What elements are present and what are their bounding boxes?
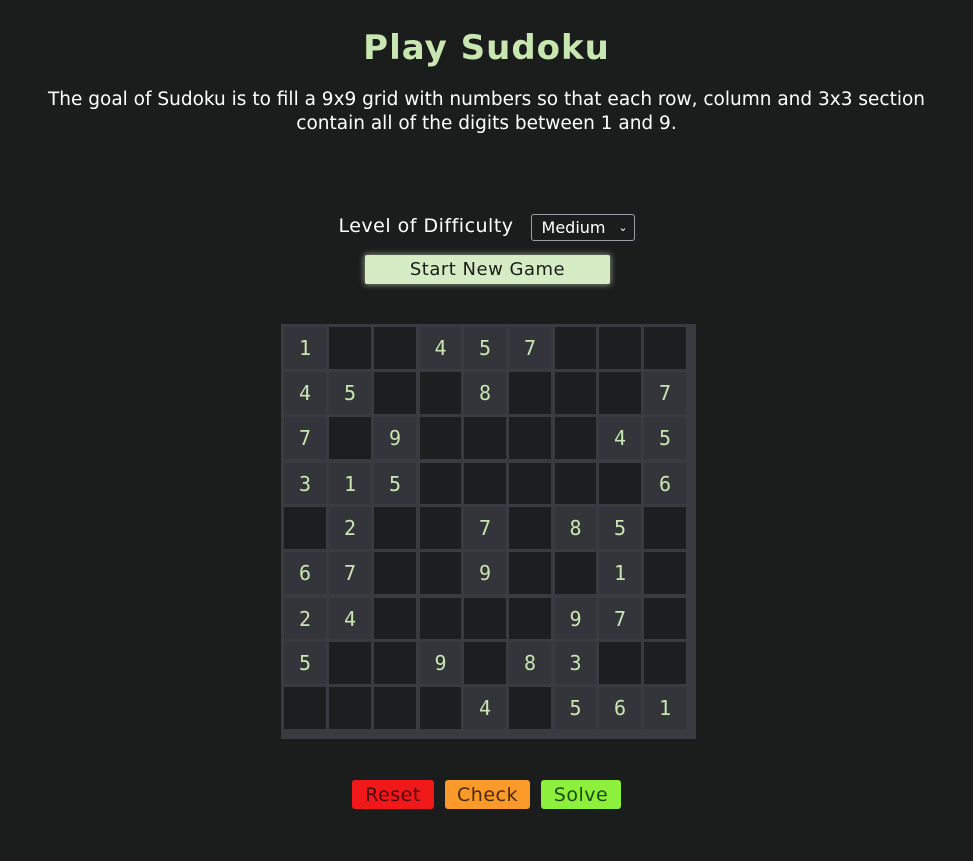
page-title: Play Sudoku xyxy=(363,28,610,68)
game-description: The goal of Sudoku is to fill a 9x9 grid… xyxy=(47,89,926,134)
sudoku-cell[interactable] xyxy=(555,372,596,414)
sudoku-cell: 6 xyxy=(644,463,686,504)
start-new-game-button[interactable]: Start New Game xyxy=(365,255,610,284)
sudoku-cell[interactable] xyxy=(599,642,641,684)
sudoku-cell: 5 xyxy=(644,417,686,459)
sudoku-cell: 9 xyxy=(464,552,506,594)
sudoku-cell: 1 xyxy=(599,552,641,594)
chevron-down-icon: ⌄ xyxy=(618,221,628,234)
sudoku-cell[interactable] xyxy=(374,507,416,549)
solve-button[interactable]: Solve xyxy=(541,780,621,809)
difficulty-row: Level of Difficulty Medium ⌄ xyxy=(0,211,973,241)
action-buttons: Reset Check Solve xyxy=(0,780,973,809)
sudoku-cell: 9 xyxy=(555,598,596,639)
sudoku-cell: 8 xyxy=(509,642,551,684)
sudoku-cell[interactable] xyxy=(555,417,596,459)
sudoku-cell: 7 xyxy=(329,552,371,594)
sudoku-cell[interactable] xyxy=(555,463,596,504)
sudoku-cell[interactable] xyxy=(329,687,371,729)
sudoku-cell: 5 xyxy=(374,463,416,504)
difficulty-select[interactable]: Medium ⌄ xyxy=(530,214,635,241)
sudoku-cell[interactable] xyxy=(420,552,461,594)
sudoku-cell: 1 xyxy=(284,327,326,369)
sudoku-cell[interactable] xyxy=(509,598,551,639)
difficulty-label: Level of Difficulty xyxy=(338,215,514,237)
sudoku-cell[interactable] xyxy=(374,552,416,594)
sudoku-cell[interactable] xyxy=(329,417,371,459)
sudoku-cell[interactable] xyxy=(374,642,416,684)
sudoku-cell[interactable] xyxy=(374,372,416,414)
sudoku-cell[interactable] xyxy=(464,463,506,504)
sudoku-cell[interactable] xyxy=(509,552,551,594)
check-button[interactable]: Check xyxy=(445,780,530,809)
sudoku-cell: 4 xyxy=(420,327,461,369)
sudoku-cell: 5 xyxy=(555,687,596,729)
sudoku-cell[interactable] xyxy=(374,598,416,639)
sudoku-cell[interactable] xyxy=(644,598,686,639)
sudoku-cell: 5 xyxy=(599,507,641,549)
sudoku-cell[interactable] xyxy=(420,372,461,414)
sudoku-cell[interactable] xyxy=(509,687,551,729)
sudoku-cell: 2 xyxy=(329,507,371,549)
reset-button[interactable]: Reset xyxy=(352,780,434,809)
sudoku-cell: 7 xyxy=(509,327,551,369)
sudoku-cell: 6 xyxy=(284,552,326,594)
sudoku-cell: 4 xyxy=(599,417,641,459)
sudoku-cell: 6 xyxy=(599,687,641,729)
sudoku-cell[interactable] xyxy=(420,507,461,549)
sudoku-cell[interactable] xyxy=(464,417,506,459)
sudoku-cell[interactable] xyxy=(555,552,596,594)
sudoku-cell[interactable] xyxy=(284,507,326,549)
sudoku-cell[interactable] xyxy=(644,552,686,594)
sudoku-cell: 4 xyxy=(284,372,326,414)
sudoku-cell: 2 xyxy=(284,598,326,639)
sudoku-cell[interactable] xyxy=(644,507,686,549)
sudoku-cell: 7 xyxy=(284,417,326,459)
sudoku-cell[interactable] xyxy=(599,372,641,414)
sudoku-cell[interactable] xyxy=(644,642,686,684)
sudoku-cell: 4 xyxy=(464,687,506,729)
sudoku-cell[interactable] xyxy=(509,463,551,504)
sudoku-cell: 7 xyxy=(464,507,506,549)
sudoku-cell: 5 xyxy=(464,327,506,369)
sudoku-cell[interactable] xyxy=(599,463,641,504)
sudoku-cell[interactable] xyxy=(509,372,551,414)
sudoku-cell[interactable] xyxy=(644,327,686,369)
sudoku-cell[interactable] xyxy=(599,327,641,369)
sudoku-cell: 3 xyxy=(555,642,596,684)
sudoku-cell[interactable] xyxy=(420,463,461,504)
sudoku-cell[interactable] xyxy=(329,642,371,684)
sudoku-cell[interactable] xyxy=(464,598,506,639)
sudoku-cell: 8 xyxy=(555,507,596,549)
sudoku-cell[interactable] xyxy=(509,417,551,459)
sudoku-cell: 4 xyxy=(329,598,371,639)
sudoku-cell[interactable] xyxy=(464,642,506,684)
sudoku-cell[interactable] xyxy=(374,327,416,369)
sudoku-cell: 9 xyxy=(374,417,416,459)
sudoku-cell[interactable] xyxy=(420,687,461,729)
sudoku-cell[interactable] xyxy=(374,687,416,729)
sudoku-cell[interactable] xyxy=(420,598,461,639)
sudoku-cell: 1 xyxy=(644,687,686,729)
sudoku-cell: 3 xyxy=(284,463,326,504)
difficulty-selected-value: Medium xyxy=(541,218,606,237)
sudoku-cell: 1 xyxy=(329,463,371,504)
sudoku-board: 145745877945315627856791249759834561 xyxy=(281,324,696,739)
sudoku-cell[interactable] xyxy=(420,417,461,459)
sudoku-cell: 8 xyxy=(464,372,506,414)
sudoku-cell[interactable] xyxy=(329,327,371,369)
sudoku-cell: 7 xyxy=(644,372,686,414)
sudoku-cell[interactable] xyxy=(509,507,551,549)
sudoku-cell: 5 xyxy=(284,642,326,684)
sudoku-cell: 7 xyxy=(599,598,641,639)
sudoku-cell[interactable] xyxy=(555,327,596,369)
sudoku-cell[interactable] xyxy=(284,687,326,729)
sudoku-cell: 9 xyxy=(420,642,461,684)
sudoku-cell: 5 xyxy=(329,372,371,414)
